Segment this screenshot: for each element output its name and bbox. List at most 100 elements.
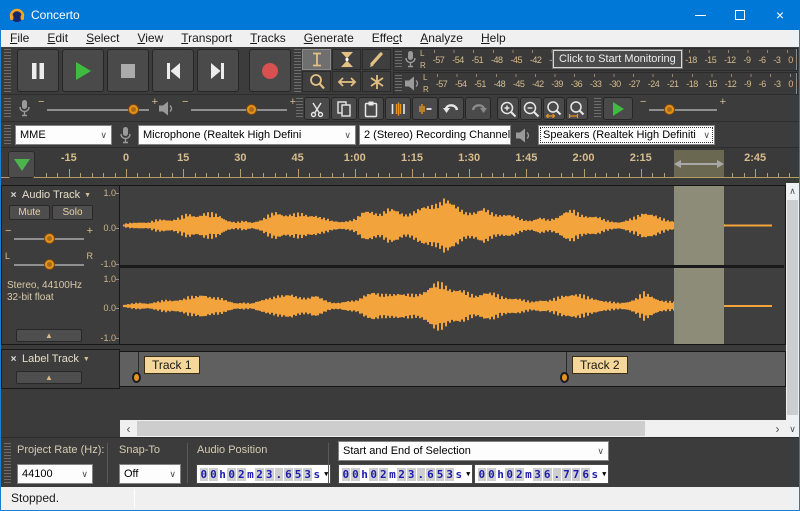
- menu-analyze[interactable]: Analyze: [411, 30, 472, 47]
- selection-start-field[interactable]: 00h02m23.653s▼: [338, 464, 473, 484]
- toolbar-grip[interactable]: [594, 98, 601, 119]
- waveform-channel-left[interactable]: [120, 186, 784, 265]
- menu-select[interactable]: Select: [77, 30, 128, 47]
- playback-meter[interactable]: LR -57-54-51-48-45-42-39-36-33-30-27-24-…: [393, 72, 798, 95]
- toolbar-grip[interactable]: [4, 443, 11, 483]
- scroll-up-icon[interactable]: ∧: [786, 183, 799, 199]
- recording-volume-thumb[interactable]: [128, 104, 139, 115]
- horizontal-scrollbar[interactable]: ‹ ›: [120, 420, 786, 437]
- selection-end-field[interactable]: 00h02m36.776s▼: [474, 464, 609, 484]
- toolbar-grip[interactable]: [4, 49, 11, 92]
- menu-generate[interactable]: Generate: [295, 30, 363, 47]
- vertical-scrollbar[interactable]: ∧ ∨: [786, 183, 799, 437]
- scroll-right-icon[interactable]: ›: [769, 420, 786, 437]
- vertical-scroll-thumb[interactable]: [787, 200, 798, 415]
- scroll-left-icon[interactable]: ‹: [120, 420, 137, 437]
- ruler-tick: [641, 169, 642, 177]
- playback-meter-bar[interactable]: -57-54-51-48-45-42-39-36-33-30-27-24-21-…: [433, 73, 797, 94]
- label-marker-icon[interactable]: [132, 372, 141, 383]
- close-button[interactable]: ×: [760, 0, 800, 30]
- undo-button[interactable]: [438, 97, 464, 120]
- zoom-out-button[interactable]: [520, 97, 542, 120]
- title-bar[interactable]: Concerto ×: [0, 0, 800, 30]
- gain-thumb[interactable]: [44, 233, 55, 244]
- label-track-menu[interactable]: Label Track ▼: [22, 353, 90, 365]
- recording-channels-select[interactable]: 2 (Stereo) Recording Channels∨: [359, 125, 511, 145]
- skip-to-start-button[interactable]: [152, 49, 194, 92]
- maximize-button[interactable]: [720, 0, 760, 30]
- audio-host-select[interactable]: MME∨: [15, 125, 112, 145]
- fit-selection-button[interactable]: [543, 97, 565, 120]
- play-speed-slider[interactable]: − +: [649, 97, 717, 117]
- pan-slider[interactable]: L R: [14, 252, 84, 272]
- toolbar-grip[interactable]: [395, 51, 402, 69]
- meter-db-label: -48: [491, 55, 503, 65]
- trim-audio-button[interactable]: [385, 97, 411, 120]
- cut-button[interactable]: [304, 97, 330, 120]
- label-track-area[interactable]: Track 1 Track 2: [120, 351, 786, 387]
- menu-view[interactable]: View: [128, 30, 172, 47]
- label-marker-icon[interactable]: [560, 372, 569, 383]
- pause-button[interactable]: [17, 49, 59, 92]
- menu-tracks[interactable]: Tracks: [241, 30, 295, 47]
- solo-button[interactable]: Solo: [52, 205, 93, 220]
- playback-volume-thumb[interactable]: [246, 104, 257, 115]
- snap-to-select[interactable]: Off∨: [119, 464, 181, 484]
- toolbar-grip[interactable]: [296, 98, 303, 119]
- play-button[interactable]: [62, 49, 104, 92]
- fit-project-button[interactable]: [566, 97, 588, 120]
- close-track-icon[interactable]: ×: [7, 353, 20, 366]
- ruler-tick: [584, 169, 585, 177]
- recording-volume-slider[interactable]: − +: [47, 97, 149, 117]
- toolbar-grip[interactable]: [395, 75, 402, 93]
- collapse-track-button[interactable]: ▲: [16, 371, 82, 384]
- time-shift-tool-button[interactable]: [332, 71, 361, 92]
- menu-transport[interactable]: Transport: [172, 30, 241, 47]
- paste-icon: [362, 100, 380, 118]
- play-speed-thumb[interactable]: [664, 104, 675, 115]
- horizontal-scroll-thumb[interactable]: [137, 421, 645, 436]
- record-button[interactable]: [249, 49, 291, 92]
- menu-help[interactable]: Help: [472, 30, 515, 47]
- menu-effect[interactable]: Effect: [363, 30, 411, 47]
- waveform-channel-right[interactable]: [120, 268, 784, 344]
- track-label[interactable]: Track 1: [144, 356, 200, 374]
- ruler-selection-region[interactable]: [674, 150, 724, 177]
- paste-button[interactable]: [358, 97, 384, 120]
- menu-file[interactable]: File: [1, 30, 38, 47]
- draw-tool-button[interactable]: [362, 49, 391, 70]
- timeline-ruler[interactable]: -1501530451:001:151:301:452:002:152:302:…: [1, 148, 799, 183]
- playback-device-select[interactable]: Speakers (Realtek High Definiti∨: [538, 125, 715, 145]
- track-label[interactable]: Track 2: [572, 356, 628, 374]
- recording-device-select[interactable]: Microphone (Realtek High Defini∨: [138, 125, 356, 145]
- audio-track-menu[interactable]: Audio Track ▼: [22, 189, 91, 201]
- silence-audio-button[interactable]: [412, 97, 438, 120]
- toolbar-grip[interactable]: [4, 98, 11, 119]
- project-rate-select[interactable]: 44100∨: [17, 464, 93, 484]
- collapse-track-button[interactable]: ▲: [16, 329, 82, 342]
- playback-volume-slider[interactable]: − +: [191, 97, 287, 117]
- selection-tool-button[interactable]: [302, 49, 331, 70]
- skip-to-end-button[interactable]: [197, 49, 239, 92]
- toolbar-grip[interactable]: [4, 125, 11, 145]
- multi-tool-button[interactable]: [362, 71, 391, 92]
- menu-edit[interactable]: Edit: [38, 30, 77, 47]
- pan-thumb[interactable]: [44, 259, 55, 270]
- stop-button[interactable]: [107, 49, 149, 92]
- stop-icon: [120, 63, 136, 79]
- mute-button[interactable]: Mute: [9, 205, 50, 220]
- minimize-button[interactable]: [680, 0, 720, 30]
- close-track-icon[interactable]: ×: [7, 189, 20, 202]
- gain-slider[interactable]: − +: [14, 226, 84, 246]
- selection-mode-select[interactable]: Start and End of Selection∨: [338, 441, 609, 461]
- envelope-tool-button[interactable]: [332, 49, 361, 70]
- scroll-down-icon[interactable]: ∨: [786, 421, 799, 437]
- play-at-speed-button[interactable]: [603, 97, 633, 120]
- zoom-tool-button[interactable]: [302, 71, 331, 92]
- copy-button[interactable]: [331, 97, 357, 120]
- redo-button[interactable]: [465, 97, 491, 120]
- toolbar-grip[interactable]: [294, 49, 301, 92]
- zoom-in-button[interactable]: [497, 97, 519, 120]
- pinned-play-head-button[interactable]: [8, 151, 35, 178]
- audio-position-field[interactable]: 00h02m23.653s▼: [196, 464, 331, 484]
